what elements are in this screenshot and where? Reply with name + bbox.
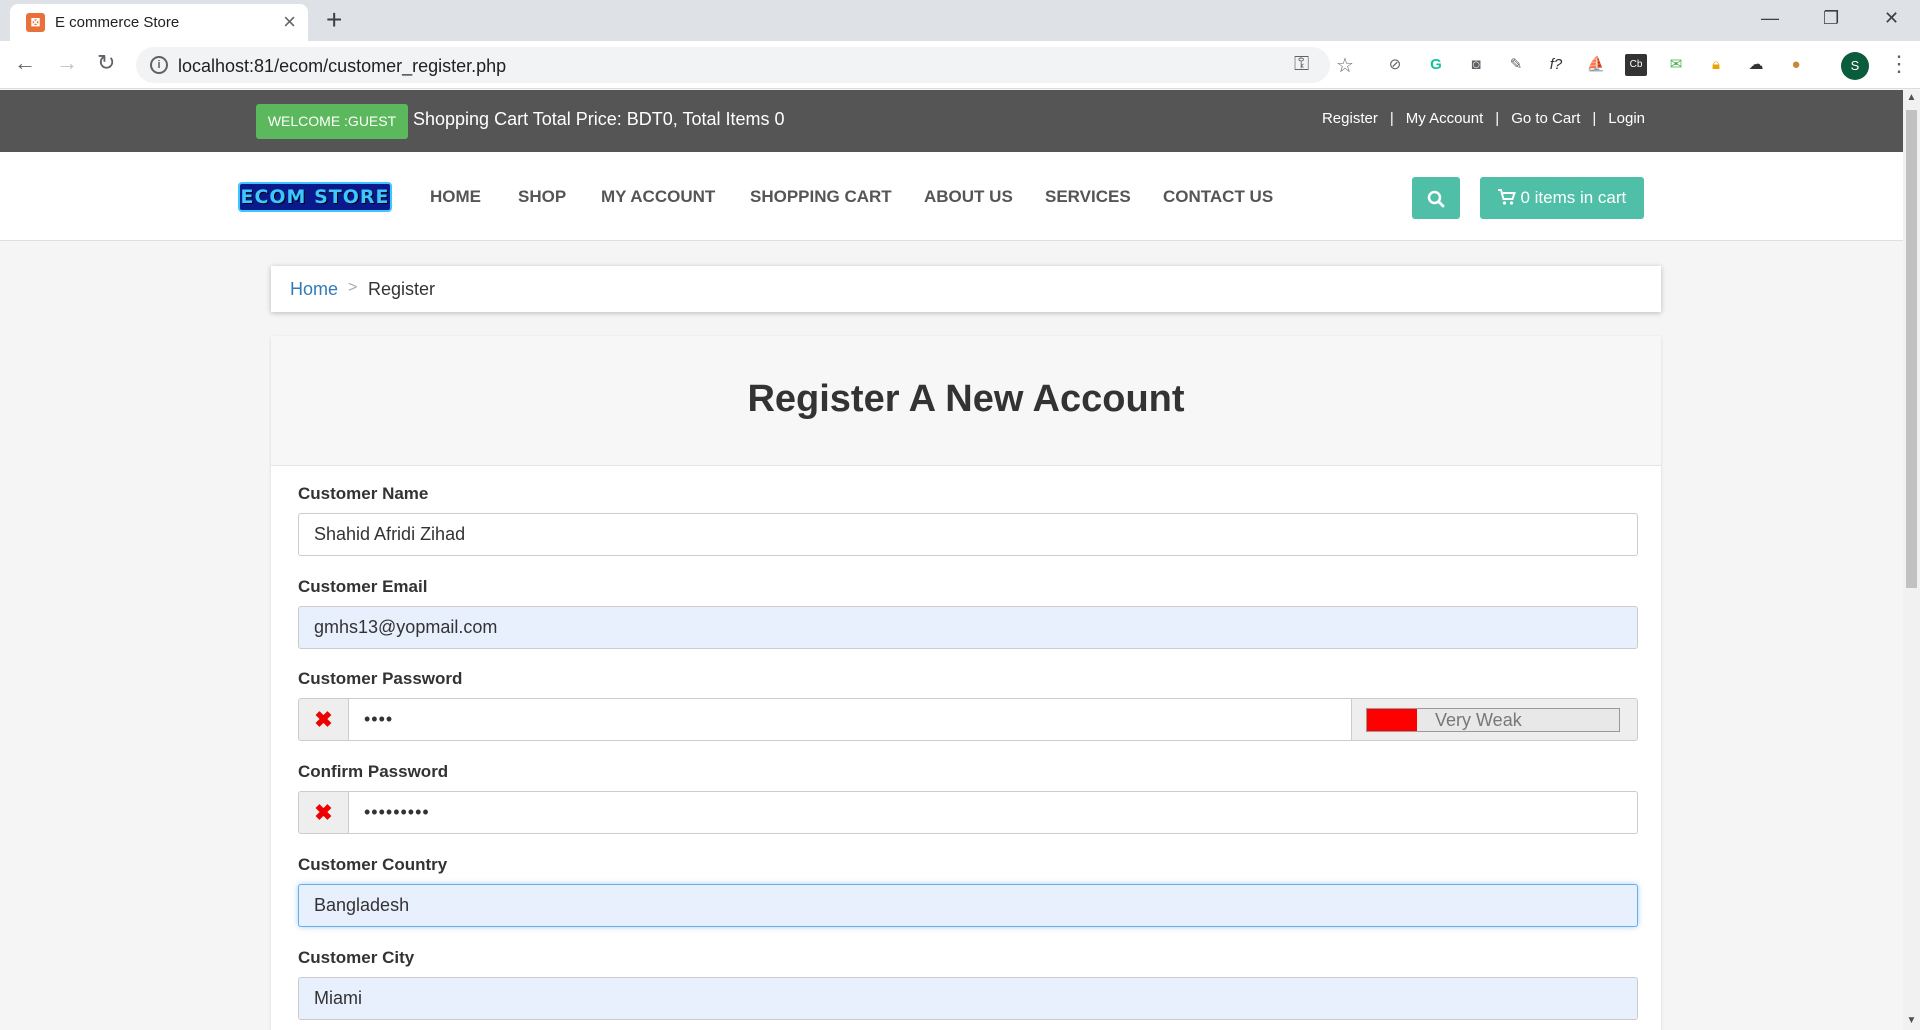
register-panel: Register A New Account Customer Name Cus…: [271, 336, 1661, 1030]
cart-summary: Shopping Cart Total Price: BDT0, Total I…: [413, 109, 785, 129]
nav-home[interactable]: HOME: [430, 187, 481, 207]
page-scrollbar[interactable]: ▲ ▼: [1903, 90, 1920, 1030]
search-button[interactable]: [1412, 177, 1460, 219]
cloud-download-icon[interactable]: ☁: [1745, 54, 1767, 76]
main-navbar: ECOM STORE HOME SHOP MY ACCOUNT SHOPPING…: [0, 152, 1903, 241]
cart-button[interactable]: 0 items in cart: [1480, 177, 1644, 219]
xampp-favicon-icon: ⊠: [26, 13, 45, 32]
shopping-cart-icon: [1497, 189, 1516, 205]
site-info-icon[interactable]: i: [150, 56, 168, 74]
my-account-link[interactable]: My Account: [1406, 110, 1484, 127]
nav-my-account[interactable]: MY ACCOUNT: [601, 187, 715, 207]
password-strength-meter: Very Weak: [1351, 698, 1638, 741]
reload-icon[interactable]: ↻: [97, 51, 115, 75]
browser-tabbar: ⊠ E commerce Store × + — ❐ ✕: [0, 0, 1920, 41]
breadcrumb-separator: >: [348, 279, 358, 296]
browser-tab[interactable]: ⊠ E commerce Store ×: [10, 4, 308, 41]
close-tab-icon[interactable]: ×: [283, 11, 296, 33]
scroll-up-icon[interactable]: ▲: [1903, 92, 1920, 103]
breadcrumb-current: Register: [368, 279, 436, 299]
cart-button-label: 0 items in cart: [1520, 188, 1627, 207]
camera-icon[interactable]: ◙: [1465, 54, 1487, 76]
forward-icon[interactable]: →: [56, 51, 78, 75]
search-icon: [1427, 191, 1445, 208]
customer-password-label: Customer Password: [298, 669, 463, 688]
top-bar: WELCOME :GUEST Shopping Cart Total Price…: [0, 90, 1903, 152]
new-tab-icon[interactable]: +: [326, 4, 342, 36]
formula-icon[interactable]: f?: [1545, 54, 1567, 76]
browser-toolbar: ← → ↻ i localhost:81/ecom/customer_regis…: [0, 41, 1920, 89]
nav-contact-us[interactable]: CONTACT US: [1163, 187, 1273, 207]
page-title: Register A New Account: [747, 378, 1185, 420]
bookmark-star-icon[interactable]: ☆: [1336, 53, 1354, 78]
divider: |: [1389, 110, 1394, 127]
grammarly-icon[interactable]: G: [1425, 54, 1447, 76]
browser-menu-icon[interactable]: ⋮: [1888, 51, 1910, 77]
divider: |: [1495, 110, 1500, 127]
back-icon[interactable]: ←: [14, 51, 36, 75]
extension-sync-icon[interactable]: ⊘: [1384, 54, 1406, 76]
confirm-password-label: Confirm Password: [298, 762, 449, 781]
nav-shopping-cart[interactable]: SHOPPING CART: [750, 187, 892, 207]
minimize-icon[interactable]: —: [1761, 6, 1779, 30]
customer-city-label: Customer City: [298, 948, 415, 967]
breadcrumb: Home > Register: [271, 266, 1661, 312]
page-viewport: WELCOME :GUEST Shopping Cart Total Price…: [0, 90, 1903, 1030]
profile-avatar[interactable]: S: [1841, 52, 1869, 80]
nav-services[interactable]: SERVICES: [1045, 187, 1131, 207]
nav-about-us[interactable]: ABOUT US: [924, 187, 1013, 207]
divider: |: [1592, 110, 1597, 127]
top-links: Register | My Account | Go to Cart | Login: [1322, 110, 1645, 127]
scroll-thumb[interactable]: [1906, 110, 1917, 588]
close-window-icon[interactable]: ✕: [1884, 6, 1899, 30]
lock-extension-icon[interactable]: 🔒︎: [1705, 54, 1727, 76]
customer-name-input[interactable]: [298, 513, 1638, 556]
strength-text: Very Weak: [1435, 710, 1522, 730]
register-header: Register A New Account: [271, 336, 1661, 466]
site-logo[interactable]: ECOM STORE: [238, 182, 392, 212]
password-invalid-icon: ✖: [298, 698, 349, 741]
login-link[interactable]: Login: [1608, 110, 1645, 127]
restore-icon[interactable]: ❐: [1823, 6, 1839, 30]
confirm-password-input[interactable]: •••••••••: [348, 791, 1638, 834]
customer-city-input[interactable]: [298, 977, 1638, 1020]
strength-bar: Very Weak: [1366, 708, 1620, 732]
customer-country-label: Customer Country: [298, 855, 448, 874]
breadcrumb-home-link[interactable]: Home: [290, 279, 338, 300]
go-to-cart-link[interactable]: Go to Cart: [1511, 110, 1580, 127]
welcome-button[interactable]: WELCOME :GUEST: [256, 104, 408, 139]
strength-fill: [1367, 709, 1418, 731]
password-key-icon[interactable]: ⚿: [1294, 53, 1309, 76]
phpmyadmin-icon[interactable]: ⛵: [1585, 54, 1607, 76]
url-text: localhost:81/ecom/customer_register.php: [178, 56, 507, 76]
cookie-icon[interactable]: ●: [1785, 54, 1807, 76]
inbox-extension-icon[interactable]: ✉: [1665, 54, 1687, 76]
scroll-down-icon[interactable]: ▼: [1903, 1015, 1920, 1026]
eyedropper-icon[interactable]: ✎: [1505, 54, 1527, 76]
nav-shop[interactable]: SHOP: [518, 187, 566, 207]
tab-title: E commerce Store: [55, 14, 180, 31]
customer-email-label: Customer Email: [298, 577, 428, 596]
cb-extension-icon[interactable]: Cb: [1625, 54, 1647, 76]
customer-password-input[interactable]: ••••: [348, 698, 1352, 741]
register-link[interactable]: Register: [1322, 110, 1378, 127]
customer-name-label: Customer Name: [298, 484, 429, 503]
customer-country-input[interactable]: [298, 884, 1638, 927]
customer-email-input[interactable]: [298, 606, 1638, 649]
confirm-invalid-icon: ✖: [298, 791, 349, 834]
address-bar[interactable]: i localhost:81/ecom/customer_register.ph…: [136, 47, 1354, 83]
